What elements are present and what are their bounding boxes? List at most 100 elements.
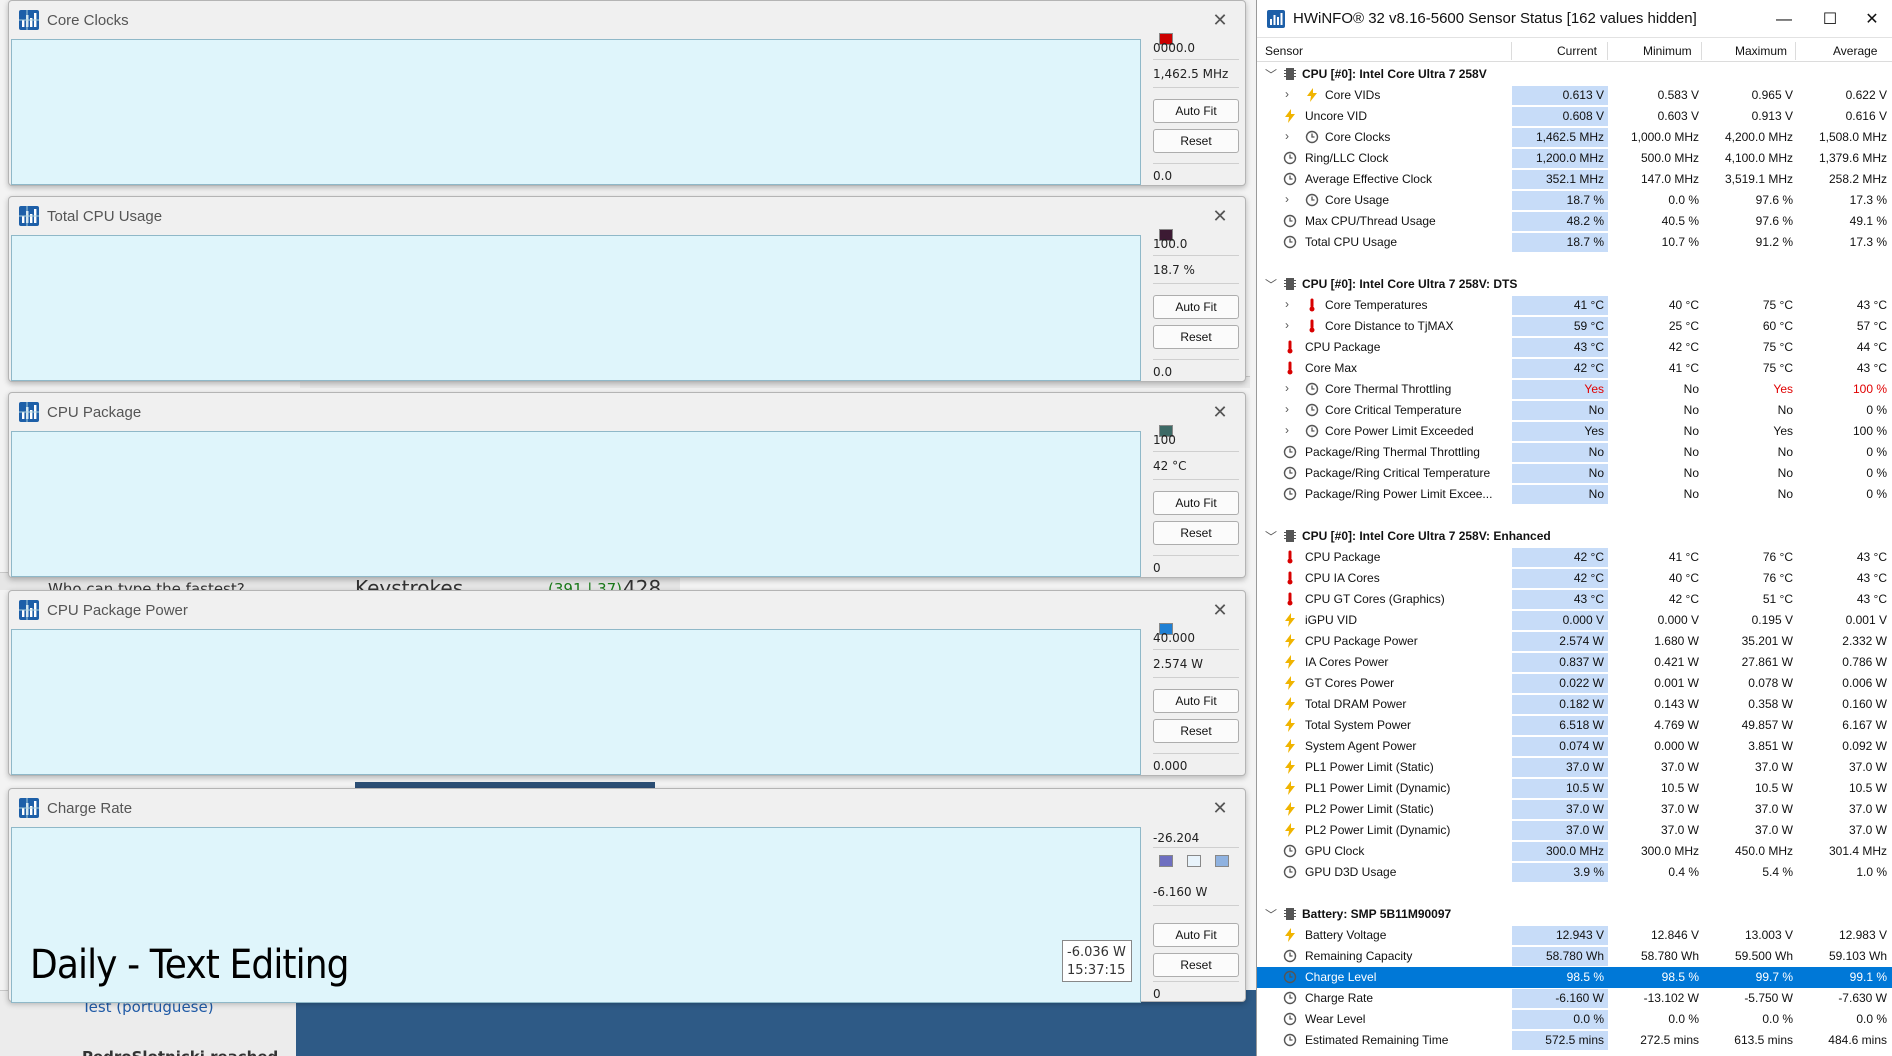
column-divider[interactable] <box>1795 42 1796 60</box>
reset-button[interactable]: Reset <box>1153 719 1239 743</box>
close-icon[interactable]: ✕ <box>1209 599 1231 621</box>
expand-chevron-icon[interactable]: › <box>1285 192 1289 206</box>
graph-titlebar[interactable]: Total CPU Usage <box>9 197 1245 235</box>
close-icon[interactable]: ✕ <box>1209 205 1231 227</box>
collapse-chevron-icon[interactable]: ﹀ <box>1265 276 1277 293</box>
minimize-button[interactable]: — <box>1761 6 1807 34</box>
reset-button[interactable]: Reset <box>1153 129 1239 153</box>
sensor-row[interactable]: › Core VIDs 0.613 V 0.583 V 0.965 V 0.62… <box>1257 85 1892 106</box>
sensor-row[interactable]: Max CPU/Thread Usage 48.2 % 40.5 % 97.6 … <box>1257 211 1892 232</box>
sensor-row[interactable]: Core Max 42 °C 41 °C 75 °C 43 °C <box>1257 358 1892 379</box>
maximize-button[interactable]: ☐ <box>1807 6 1853 34</box>
auto-fit-button[interactable]: Auto Fit <box>1153 295 1239 319</box>
close-button[interactable]: ✕ <box>1849 6 1892 34</box>
expand-chevron-icon[interactable]: › <box>1285 129 1289 143</box>
graph-titlebar[interactable]: Core Clocks <box>9 1 1245 39</box>
expand-chevron-icon[interactable]: › <box>1285 402 1289 416</box>
sensor-row[interactable]: Charge Rate -6.160 W -13.102 W -5.750 W … <box>1257 988 1892 1009</box>
sensor-row[interactable]: PL1 Power Limit (Dynamic) 10.5 W 10.5 W … <box>1257 778 1892 799</box>
column-divider[interactable] <box>1701 42 1702 60</box>
sensor-group-row[interactable]: ﹀ CPU [#0]: Intel Core Ultra 7 258V: DTS <box>1257 274 1892 295</box>
sensor-row[interactable]: Average Effective Clock 352.1 MHz 147.0 … <box>1257 169 1892 190</box>
close-icon[interactable]: ✕ <box>1209 401 1231 423</box>
reset-button[interactable]: Reset <box>1153 953 1239 977</box>
close-icon[interactable]: ✕ <box>1209 9 1231 31</box>
sensor-row[interactable]: CPU Package Power 2.574 W 1.680 W 35.201… <box>1257 631 1892 652</box>
sensor-row[interactable]: Estimated Remaining Time 572.5 mins 272.… <box>1257 1030 1892 1051</box>
sensor-group-row[interactable]: ﹀ Battery: SMP 5B11M90097 <box>1257 904 1892 925</box>
sensor-row[interactable]: › Core Thermal Throttling Yes No Yes 100… <box>1257 379 1892 400</box>
column-header-average[interactable]: Average <box>1833 44 1877 58</box>
sensor-row[interactable]: PL2 Power Limit (Static) 37.0 W 37.0 W 3… <box>1257 799 1892 820</box>
graph-titlebar[interactable]: CPU Package <box>9 393 1245 431</box>
close-icon[interactable]: ✕ <box>1209 797 1231 819</box>
sensor-row[interactable]: Ring/LLC Clock 1,200.0 MHz 500.0 MHz 4,1… <box>1257 148 1892 169</box>
sensor-row[interactable]: › Core Temperatures 41 °C 40 °C 75 °C 43… <box>1257 295 1892 316</box>
sensor-row[interactable]: › Core Power Limit Exceeded Yes No Yes 1… <box>1257 421 1892 442</box>
series-color-swatch[interactable] <box>1215 855 1229 867</box>
graph-titlebar[interactable]: CPU Package Power <box>9 591 1245 629</box>
graph-window[interactable]: Core Clocks ✕ 0000.0 1,462.5 MHz Auto Fit R… <box>8 0 1246 186</box>
graph-window[interactable]: CPU Package Power ✕ 40.000 2.574 W Auto Fi… <box>8 590 1246 776</box>
auto-fit-button[interactable]: Auto Fit <box>1153 689 1239 713</box>
column-header-minimum[interactable]: Minimum <box>1643 44 1692 58</box>
sensor-row[interactable]: GPU Clock 300.0 MHz 300.0 MHz 450.0 MHz … <box>1257 841 1892 862</box>
expand-chevron-icon[interactable]: › <box>1285 423 1289 437</box>
collapse-chevron-icon[interactable]: ﹀ <box>1265 528 1277 545</box>
column-header-sensor[interactable]: Sensor <box>1265 44 1303 58</box>
sensor-row[interactable]: Charge Level 98.5 % 98.5 % 99.7 % 99.1 % <box>1257 967 1892 988</box>
sensor-name: PL2 Power Limit (Dynamic) <box>1305 823 1451 837</box>
sensor-row[interactable]: Total System Power 6.518 W 4.769 W 49.85… <box>1257 715 1892 736</box>
sensor-row[interactable]: Total CPU Usage 18.7 % 10.7 % 91.2 % 17.… <box>1257 232 1892 253</box>
sensor-row[interactable]: CPU IA Cores 42 °C 40 °C 76 °C 43 °C <box>1257 568 1892 589</box>
sensor-row[interactable]: iGPU VID 0.000 V 0.000 V 0.195 V 0.001 V <box>1257 610 1892 631</box>
sensor-row[interactable]: Package/Ring Thermal Throttling No No No… <box>1257 442 1892 463</box>
graph-plot-area[interactable] <box>11 431 1141 577</box>
series-color-swatch[interactable] <box>1187 855 1201 867</box>
sensor-row[interactable]: CPU Package 43 °C 42 °C 75 °C 44 °C <box>1257 337 1892 358</box>
sensor-row[interactable]: CPU GT Cores (Graphics) 43 °C 42 °C 51 °… <box>1257 589 1892 610</box>
sensor-row[interactable]: › Core Clocks 1,462.5 MHz 1,000.0 MHz 4,… <box>1257 127 1892 148</box>
series-color-swatch[interactable] <box>1159 855 1173 867</box>
sensor-row[interactable]: Package/Ring Power Limit Excee... No No … <box>1257 484 1892 505</box>
column-divider[interactable] <box>1607 42 1608 60</box>
graph-window[interactable]: CPU Package ✕ 100 42 °C Auto Fit Reset 0 <box>8 392 1246 578</box>
sensor-row[interactable]: System Agent Power 0.074 W 0.000 W 3.851… <box>1257 736 1892 757</box>
sensor-group-row[interactable]: ﹀ CPU [#0]: Intel Core Ultra 7 258V: Enh… <box>1257 526 1892 547</box>
sensor-row[interactable]: Wear Level 0.0 % 0.0 % 0.0 % 0.0 % <box>1257 1009 1892 1030</box>
auto-fit-button[interactable]: Auto Fit <box>1153 99 1239 123</box>
graph-titlebar[interactable]: Charge Rate <box>9 789 1245 827</box>
sensor-row[interactable]: PL1 Power Limit (Static) 37.0 W 37.0 W 3… <box>1257 757 1892 778</box>
expand-chevron-icon[interactable]: › <box>1285 297 1289 311</box>
column-header-maximum[interactable]: Maximum <box>1735 44 1787 58</box>
expand-chevron-icon[interactable]: › <box>1285 381 1289 395</box>
sensor-row[interactable]: Total DRAM Power 0.182 W 0.143 W 0.358 W… <box>1257 694 1892 715</box>
sensor-row[interactable]: › Core Critical Temperature No No No 0 % <box>1257 400 1892 421</box>
graph-plot-area[interactable] <box>11 39 1141 185</box>
column-header-current[interactable]: Current <box>1557 44 1597 58</box>
column-divider[interactable] <box>1511 42 1512 60</box>
sensor-row[interactable]: › Core Usage 18.7 % 0.0 % 97.6 % 17.3 % <box>1257 190 1892 211</box>
sensor-group-row[interactable]: ﹀ CPU [#0]: Intel Core Ultra 7 258V <box>1257 64 1892 85</box>
collapse-chevron-icon[interactable]: ﹀ <box>1265 906 1277 923</box>
sensor-row[interactable]: Remaining Capacity 58.780 Wh 58.780 Wh 5… <box>1257 946 1892 967</box>
graph-plot-area[interactable] <box>11 235 1141 381</box>
sensor-row[interactable]: GT Cores Power 0.022 W 0.001 W 0.078 W 0… <box>1257 673 1892 694</box>
auto-fit-button[interactable]: Auto Fit <box>1153 923 1239 947</box>
sensor-row[interactable]: GPU D3D Usage 3.9 % 0.4 % 5.4 % 1.0 % <box>1257 862 1892 883</box>
sensor-row[interactable]: Uncore VID 0.608 V 0.603 V 0.913 V 0.616… <box>1257 106 1892 127</box>
sensor-row[interactable]: Package/Ring Critical Temperature No No … <box>1257 463 1892 484</box>
sensor-row[interactable]: IA Cores Power 0.837 W 0.421 W 27.861 W … <box>1257 652 1892 673</box>
expand-chevron-icon[interactable]: › <box>1285 87 1289 101</box>
graph-window[interactable]: Total CPU Usage ✕ 100.0 18.7 % Auto Fit Res… <box>8 196 1246 382</box>
reset-button[interactable]: Reset <box>1153 521 1239 545</box>
graph-plot-area[interactable] <box>11 629 1141 775</box>
auto-fit-button[interactable]: Auto Fit <box>1153 491 1239 515</box>
reset-button[interactable]: Reset <box>1153 325 1239 349</box>
sensor-row[interactable]: Battery Voltage 12.943 V 12.846 V 13.003… <box>1257 925 1892 946</box>
sensor-row[interactable]: PL2 Power Limit (Dynamic) 37.0 W 37.0 W … <box>1257 820 1892 841</box>
collapse-chevron-icon[interactable]: ﹀ <box>1265 66 1277 83</box>
sensor-row[interactable]: CPU Package 42 °C 41 °C 76 °C 43 °C <box>1257 547 1892 568</box>
expand-chevron-icon[interactable]: › <box>1285 318 1289 332</box>
sensor-row[interactable]: › Core Distance to TjMAX 59 °C 25 °C 60 … <box>1257 316 1892 337</box>
